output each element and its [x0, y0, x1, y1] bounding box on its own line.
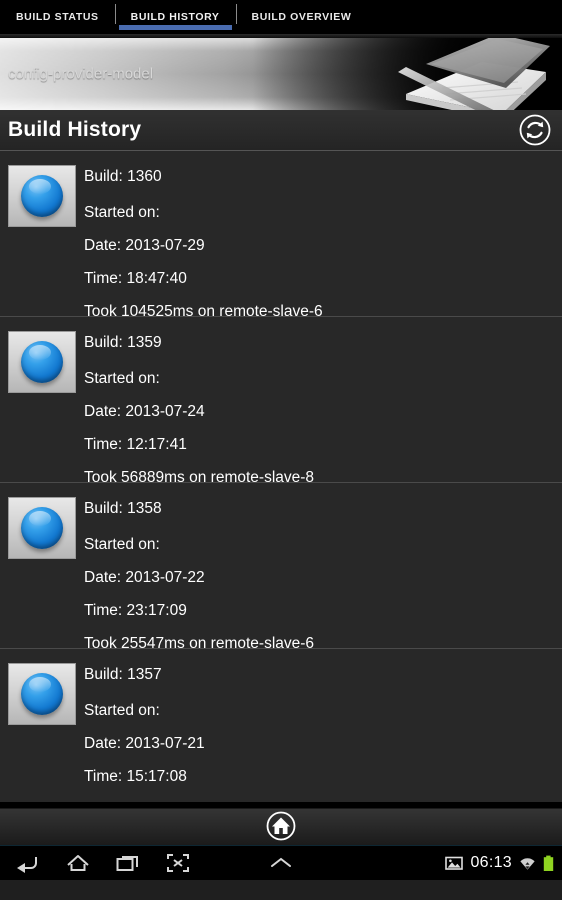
build-list-item[interactable]: Build: 1359 Started on: Date: 2013-07-24… — [0, 317, 562, 486]
refresh-sync-icon[interactable] — [518, 113, 552, 147]
app-screen: BUILD STATUS BUILD HISTORY BUILD OVERVIE… — [0, 0, 562, 900]
tab-build-status-label: BUILD STATUS — [16, 11, 99, 23]
build-time: Time: 15:17:08 — [84, 768, 187, 785]
screenshot-capture-icon[interactable] — [166, 852, 190, 874]
nav-expand-group — [268, 854, 294, 872]
job-name-label: config-provider-model — [8, 65, 154, 83]
build-list-item[interactable]: Build: 1358 Started on: Date: 2013-07-22… — [0, 483, 562, 652]
build-number: Build: 1360 — [84, 168, 162, 185]
battery-full-icon[interactable] — [543, 855, 554, 872]
build-date: Date: 2013-07-22 — [84, 569, 205, 586]
home-outline-icon[interactable] — [66, 852, 90, 874]
build-history-list[interactable]: Build: 1360 Started on: Date: 2013-07-29… — [0, 151, 562, 802]
tab-build-history[interactable]: BUILD HISTORY — [114, 0, 236, 34]
build-details: Build: 1359 Started on: Date: 2013-07-24… — [84, 327, 562, 494]
tab-divider — [235, 4, 237, 24]
book-notepad-logo-icon — [398, 38, 550, 110]
tab-build-overview-label: BUILD OVERVIEW — [251, 11, 352, 23]
job-banner: config-provider-model — [0, 38, 562, 110]
tab-divider — [114, 4, 116, 24]
build-started-label: Started on: — [84, 536, 160, 553]
build-started-label: Started on: — [84, 204, 160, 221]
home-icon[interactable] — [265, 810, 297, 842]
wifi-icon[interactable] — [519, 855, 536, 872]
blue-ball-success-icon — [8, 165, 76, 227]
build-time: Time: 18:47:40 — [84, 270, 187, 287]
build-number: Build: 1358 — [84, 500, 162, 517]
image-notification-icon[interactable] — [445, 855, 464, 871]
blue-ball-success-icon — [8, 663, 76, 725]
tab-build-status[interactable]: BUILD STATUS — [0, 0, 115, 34]
build-details: Build: 1357 Started on: Date: 2013-07-21… — [84, 659, 562, 802]
recent-apps-icon[interactable] — [116, 852, 140, 874]
caret-up-icon[interactable] — [268, 854, 294, 872]
blue-ball-success-icon — [8, 497, 76, 559]
app-bottom-bar — [0, 802, 562, 845]
blue-ball-success-icon — [8, 331, 76, 393]
build-time: Time: 23:17:09 — [84, 602, 187, 619]
page-title-bar: Build History — [0, 110, 562, 151]
tab-build-history-label: BUILD HISTORY — [130, 11, 220, 23]
tab-build-overview[interactable]: BUILD OVERVIEW — [235, 0, 368, 34]
active-tab-indicator — [118, 25, 232, 30]
build-details: Build: 1360 Started on: Date: 2013-07-29… — [84, 161, 562, 328]
status-clock: 06:13 — [470, 854, 512, 871]
build-date: Date: 2013-07-29 — [84, 237, 205, 254]
tab-bar: BUILD STATUS BUILD HISTORY BUILD OVERVIE… — [0, 0, 562, 34]
build-list-item[interactable]: Build: 1360 Started on: Date: 2013-07-29… — [0, 151, 562, 320]
page-title: Build History — [8, 118, 142, 141]
back-arrow-icon[interactable] — [16, 852, 40, 874]
build-number: Build: 1359 — [84, 334, 162, 351]
nav-buttons — [16, 852, 190, 874]
build-date: Date: 2013-07-21 — [84, 735, 205, 752]
build-date: Date: 2013-07-24 — [84, 403, 205, 420]
build-started-label: Started on: — [84, 702, 160, 719]
status-icons: 06:13 — [445, 854, 554, 872]
build-list-item[interactable]: Build: 1357 Started on: Date: 2013-07-21… — [0, 649, 562, 802]
build-number: Build: 1357 — [84, 666, 162, 683]
build-time: Time: 12:17:41 — [84, 436, 187, 453]
build-details: Build: 1358 Started on: Date: 2013-07-22… — [84, 493, 562, 660]
build-duration: Took 21348ms on remote-slave-6 — [84, 793, 562, 802]
system-nav-bar: 06:13 — [0, 845, 562, 880]
build-started-label: Started on: — [84, 370, 160, 387]
